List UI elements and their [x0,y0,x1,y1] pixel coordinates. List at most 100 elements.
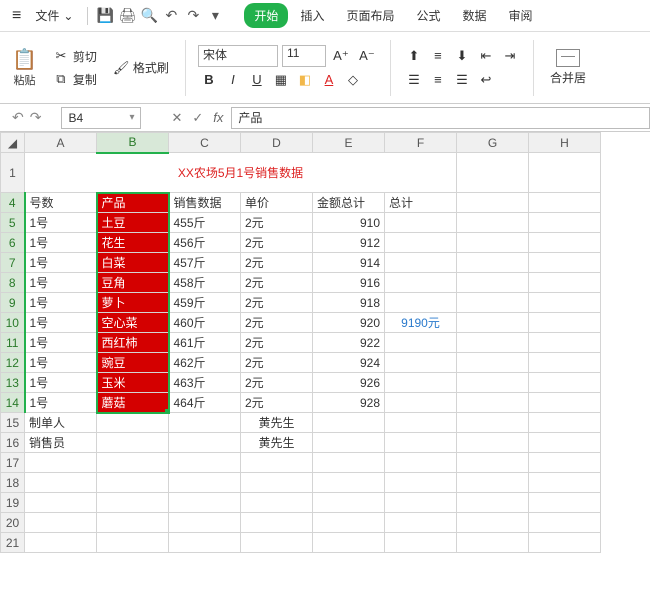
undo-icon[interactable]: ↶ [162,7,180,24]
row-header[interactable]: 8 [1,273,25,293]
cell[interactable]: 2元 [241,333,313,353]
cell[interactable]: 黄先生 [241,413,313,433]
cell[interactable] [457,373,529,393]
cell[interactable] [385,373,457,393]
cell[interactable] [97,413,169,433]
total-cell[interactable]: 9190元 [385,313,457,333]
cell[interactable]: 2元 [241,253,313,273]
cell[interactable] [457,273,529,293]
row-header[interactable]: 21 [1,533,25,553]
row-header[interactable]: 13 [1,373,25,393]
cell[interactable] [529,433,601,453]
cell[interactable] [169,413,241,433]
cell[interactable] [385,253,457,273]
font-size-select[interactable]: 11 [282,45,326,67]
font-name-select[interactable]: 宋体 [198,45,278,67]
col-header[interactable]: H [529,133,601,153]
name-box[interactable]: B4 ▾ [61,107,141,129]
cell[interactable]: 销售数据 [169,193,241,213]
cell[interactable]: 912 [313,233,385,253]
cell[interactable]: 2元 [241,373,313,393]
indent-increase-icon[interactable]: ⇥ [499,45,521,67]
formula-bar[interactable]: 产品 [231,107,650,129]
italic-button[interactable]: I [222,69,244,91]
cell[interactable] [529,253,601,273]
save-icon[interactable]: 💾 [96,7,114,24]
cell[interactable]: 914 [313,253,385,273]
cancel-icon[interactable]: ✕ [171,110,182,126]
cell[interactable]: 2元 [241,293,313,313]
cell[interactable]: 924 [313,353,385,373]
cell[interactable] [97,433,169,453]
cell[interactable]: 2元 [241,353,313,373]
align-center-icon[interactable]: ≡ [427,69,449,91]
row-header[interactable]: 7 [1,253,25,273]
merge-cells-button[interactable]: 合并居 [546,47,590,88]
cell[interactable]: 1号 [25,233,97,253]
tab-review[interactable]: 审阅 [499,3,543,28]
cell-selected[interactable]: 西红柿 [97,333,169,353]
row-header[interactable]: 5 [1,213,25,233]
cell[interactable]: 1号 [25,313,97,333]
indent-decrease-icon[interactable]: ⇤ [475,45,497,67]
row-header[interactable]: 20 [1,513,25,533]
col-header[interactable]: F [385,133,457,153]
redo-icon[interactable]: ↷ [184,7,202,24]
redo2-icon[interactable]: ↷ [30,109,42,126]
clear-format-button[interactable]: ◇ [342,69,364,91]
cell[interactable]: 464斤 [169,393,241,413]
cell[interactable] [457,353,529,373]
cell-selected[interactable]: 豆角 [97,273,169,293]
row-header[interactable]: 15 [1,413,25,433]
cell[interactable] [529,193,601,213]
cell[interactable] [457,193,529,213]
fx-icon[interactable]: fx [213,110,223,125]
cell[interactable] [385,433,457,453]
cell[interactable]: 1号 [25,273,97,293]
cell[interactable] [529,213,601,233]
cell[interactable]: 1号 [25,253,97,273]
cell[interactable] [313,433,385,453]
cell[interactable] [169,433,241,453]
cell[interactable] [457,233,529,253]
format-painter-button[interactable]: 🖌格式刷 [109,57,173,78]
cell[interactable] [385,353,457,373]
cell[interactable]: 销售员 [25,433,97,453]
cell[interactable] [385,233,457,253]
cell[interactable]: 456斤 [169,233,241,253]
cell[interactable]: 金额总计 [313,193,385,213]
align-right-icon[interactable]: ☰ [451,69,473,91]
tab-formula[interactable]: 公式 [406,3,450,28]
align-bottom-icon[interactable]: ⬇ [451,45,473,67]
row-header[interactable]: 17 [1,453,25,473]
cell[interactable] [457,433,529,453]
select-all-corner[interactable]: ◢ [1,133,25,153]
col-header[interactable]: C [169,133,241,153]
col-header[interactable]: E [313,133,385,153]
cell[interactable]: 922 [313,333,385,353]
cell[interactable] [529,373,601,393]
font-color-button[interactable]: A [318,69,340,91]
cell[interactable]: 910 [313,213,385,233]
cell[interactable] [529,273,601,293]
cell[interactable]: 2元 [241,313,313,333]
tab-home[interactable]: 开始 [244,3,288,28]
wrap-text-icon[interactable]: ↩ [475,69,497,91]
cell[interactable]: 916 [313,273,385,293]
row-header[interactable]: 11 [1,333,25,353]
qat-dropdown-icon[interactable]: ▾ [206,7,224,24]
cell[interactable] [457,413,529,433]
row-header[interactable]: 10 [1,313,25,333]
cell[interactable]: 928 [313,393,385,413]
tab-data[interactable]: 数据 [452,3,496,28]
cell[interactable]: 总计 [385,193,457,213]
row-header[interactable]: 9 [1,293,25,313]
row-header[interactable]: 12 [1,353,25,373]
cell-selected[interactable]: 产品 [97,193,169,213]
file-menu[interactable]: 文件 ⌄ [29,5,79,26]
cell[interactable] [529,313,601,333]
cell[interactable]: 461斤 [169,333,241,353]
col-header[interactable]: B [97,133,169,153]
cell[interactable]: 1号 [25,213,97,233]
cell[interactable]: 458斤 [169,273,241,293]
